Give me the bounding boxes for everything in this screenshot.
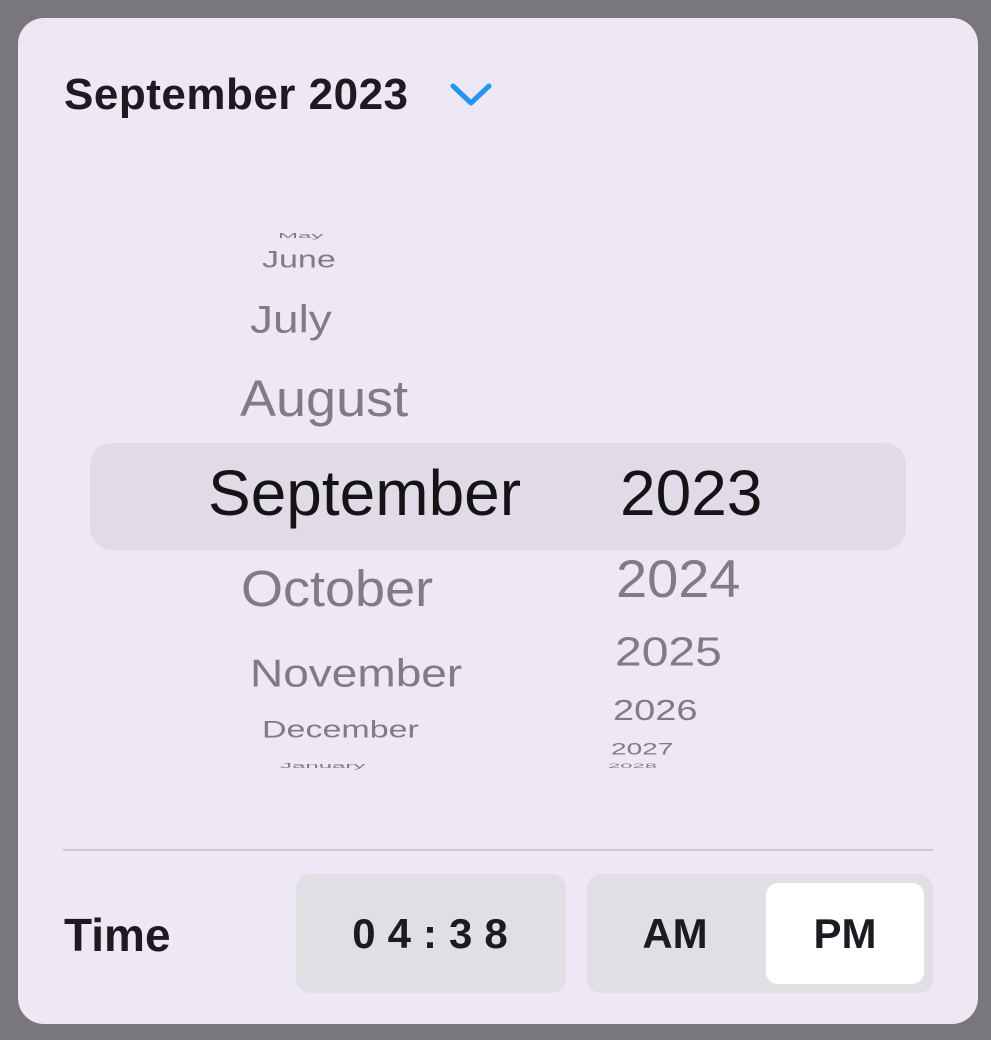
year-item-2023[interactable]: 2023 xyxy=(620,461,762,525)
month-item-october[interactable]: October xyxy=(241,563,433,614)
year-item-2027[interactable]: 2027 xyxy=(611,740,673,758)
month-year-title: September 2023 xyxy=(64,70,409,119)
divider xyxy=(63,849,933,851)
month-item-june[interactable]: June xyxy=(262,248,336,272)
time-label: Time xyxy=(64,909,171,961)
pm-button[interactable]: PM xyxy=(766,883,924,984)
month-year-header[interactable]: September 2023 xyxy=(64,70,495,120)
year-item-2026[interactable]: 2026 xyxy=(613,697,698,726)
date-picker-card: September 2023 May June July August Sept… xyxy=(18,18,978,1024)
month-item-may[interactable]: May xyxy=(278,232,323,239)
month-item-september[interactable]: September xyxy=(208,461,521,525)
month-item-november[interactable]: November xyxy=(250,653,462,692)
month-item-january[interactable]: January xyxy=(280,762,365,769)
month-item-december[interactable]: December xyxy=(262,718,419,742)
month-item-august[interactable]: August xyxy=(240,373,408,424)
month-item-july[interactable]: July xyxy=(250,299,332,338)
am-button[interactable]: AM xyxy=(596,883,754,984)
chevron-down-icon[interactable] xyxy=(447,71,495,119)
time-input[interactable]: 04:38 xyxy=(296,874,566,993)
year-item-2025[interactable]: 2025 xyxy=(615,632,722,674)
year-item-2024[interactable]: 2024 xyxy=(616,552,741,605)
year-item-2028[interactable]: 2028 xyxy=(608,763,657,770)
am-pm-toggle: AM PM xyxy=(587,874,933,993)
